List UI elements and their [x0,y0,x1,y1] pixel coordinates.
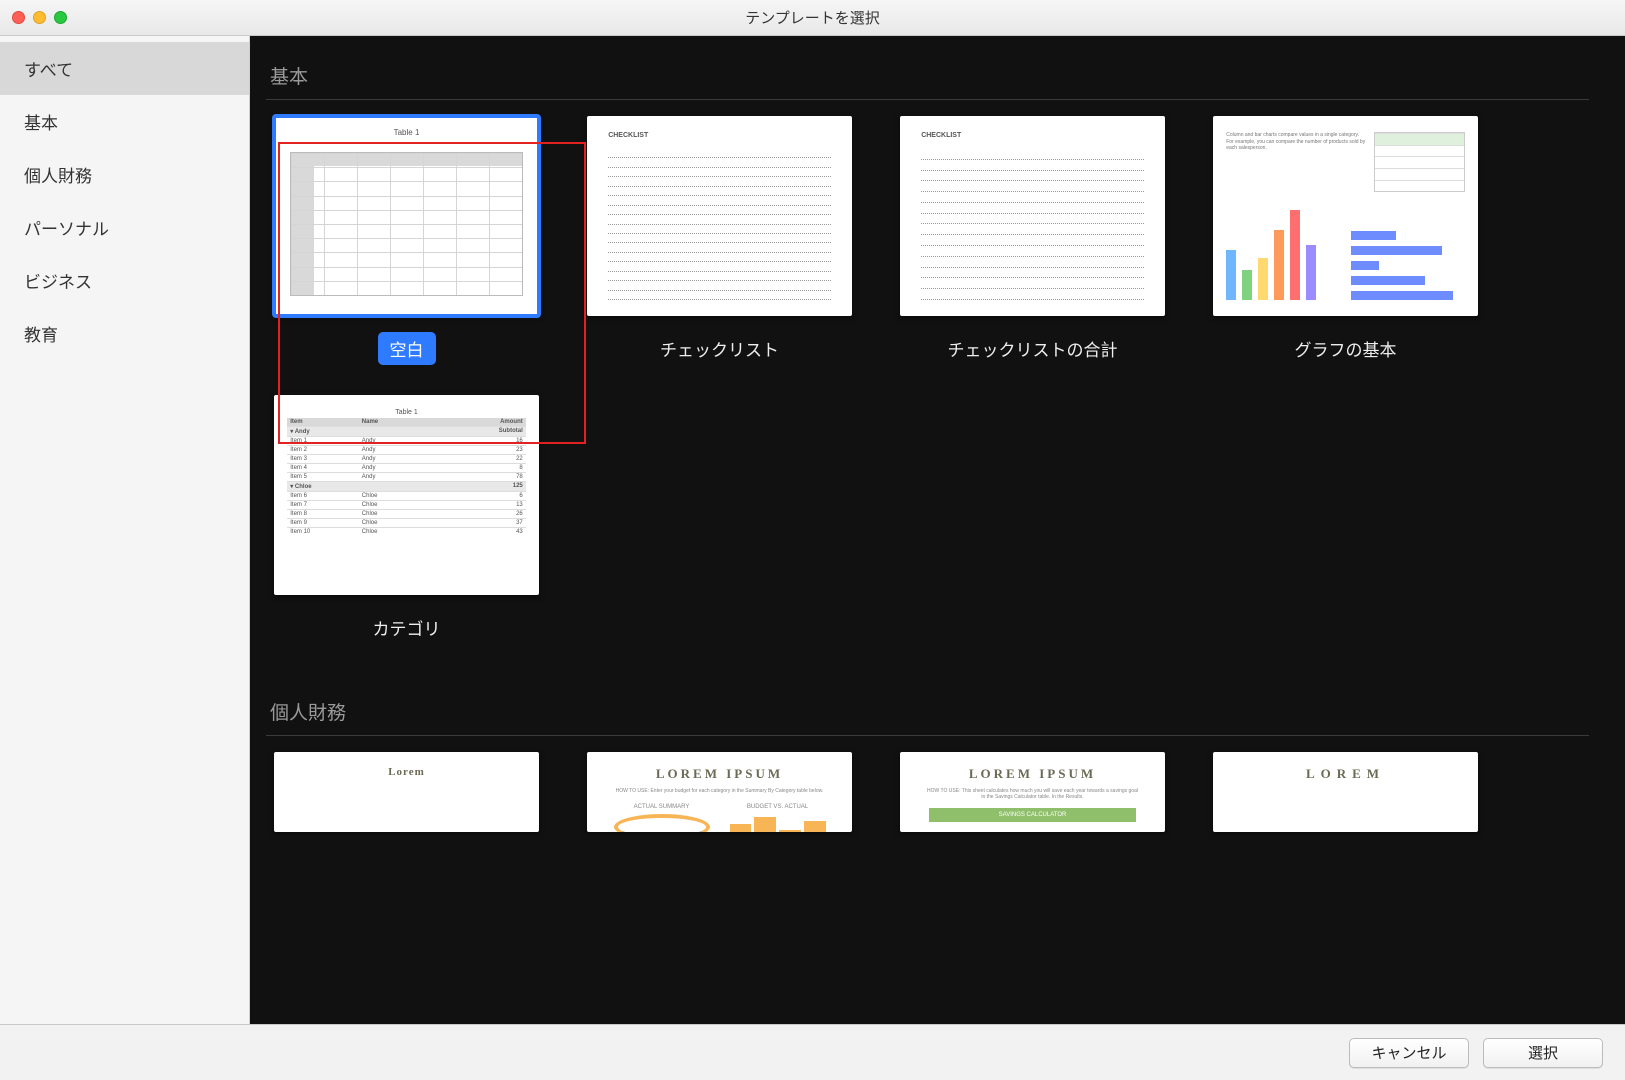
button-label: キャンセル [1371,1045,1446,1062]
sidebar: すべて 基本 個人財務 パーソナル ビジネス 教育 [0,36,250,1024]
window-controls [12,11,67,24]
blank-table-icon [290,152,523,296]
template-finance-3[interactable]: LOREM IPSUM HOW TO USE: This sheet calcu… [900,752,1165,832]
choose-button[interactable]: 選択 [1483,1038,1603,1068]
thumb-title: LOREM IPSUM [969,766,1096,782]
sidebar-item-all[interactable]: すべて [0,42,249,95]
template-label: チェックリストの合計 [936,332,1130,365]
zoom-icon[interactable] [54,11,67,24]
template-thumb: LOREM IPSUM HOW TO USE: This sheet calcu… [900,752,1165,832]
close-icon[interactable] [12,11,25,24]
categories-table-icon: Table 1 ItemNameAmount ▾ AndySubtotal It… [287,407,526,583]
thumb-title: Lorem [388,766,425,778]
template-thumb: LOREM [1213,752,1478,832]
template-finance-4[interactable]: LOREM [1213,752,1478,832]
charts-preview-icon: Column and bar charts compare values in … [1226,132,1465,300]
template-thumb: CHECKLIST [900,116,1165,316]
template-thumb: CHECKLIST [587,116,852,316]
sidebar-item-personal[interactable]: パーソナル [0,201,249,254]
minimize-icon[interactable] [33,11,46,24]
template-gallery[interactable]: 基本 Table 1 空白 CHECKLIST [250,36,1625,1024]
template-label: カテゴリ [361,611,453,644]
checklist-lines-icon [921,152,1144,300]
thumb-title: Table 1 [274,128,539,137]
sidebar-item-label: 基本 [24,114,58,133]
template-checklist-totals[interactable]: CHECKLIST チェックリストの合計 [900,116,1165,365]
template-blank[interactable]: Table 1 空白 [274,116,539,365]
sidebar-item-business[interactable]: ビジネス [0,254,249,307]
template-thumb: Table 1 ItemNameAmount ▾ AndySubtotal It… [274,395,539,595]
template-finance-1[interactable]: Lorem [274,752,539,832]
window-titlebar: テンプレートを選択 [0,0,1625,36]
template-label: チェックリスト [648,332,791,365]
thumb-title: LOREM IPSUM [656,766,783,782]
sidebar-item-label: パーソナル [24,220,109,239]
template-checklist[interactable]: CHECKLIST チェックリスト [587,116,852,365]
sidebar-item-finance[interactable]: 個人財務 [0,148,249,201]
thumb-title: Table 1 [287,407,526,418]
template-label: グラフの基本 [1283,332,1409,365]
bar-chart-icon [1351,231,1465,300]
template-thumb: Lorem [274,752,539,832]
sidebar-item-label: 個人財務 [24,167,92,186]
column-chart-icon [1226,200,1340,300]
template-thumb: Column and bar charts compare values in … [1213,116,1478,316]
window-title: テンプレートを選択 [0,7,1625,28]
sidebar-item-education[interactable]: 教育 [0,307,249,360]
cancel-button[interactable]: キャンセル [1349,1038,1469,1068]
template-thumb: Table 1 [274,116,539,316]
thumb-title: CHECKLIST [921,132,961,139]
section-header-basic: 基本 [266,54,1589,100]
template-finance-2[interactable]: LOREM IPSUM HOW TO USE: Enter your budge… [587,752,852,832]
checklist-lines-icon [608,152,831,300]
button-label: 選択 [1528,1045,1558,1062]
sidebar-item-label: すべて [24,61,73,80]
template-label: 空白 [378,332,436,365]
section-header-finance: 個人財務 [266,690,1589,736]
template-thumb: LOREM IPSUM HOW TO USE: Enter your budge… [587,752,852,832]
sidebar-item-label: ビジネス [24,273,92,292]
dialog-footer: キャンセル 選択 [0,1024,1625,1080]
template-grid-basic: Table 1 空白 CHECKLIST チェックリスト [266,116,1589,644]
template-charting-basics[interactable]: Column and bar charts compare values in … [1213,116,1478,365]
template-categories[interactable]: Table 1 ItemNameAmount ▾ AndySubtotal It… [274,395,539,644]
sidebar-item-label: 教育 [24,326,58,345]
sidebar-item-basic[interactable]: 基本 [0,95,249,148]
thumb-title: CHECKLIST [608,132,648,139]
main-split: すべて 基本 個人財務 パーソナル ビジネス 教育 基本 Table 1 空白 [0,36,1625,1024]
template-grid-finance: Lorem LOREM IPSUM HOW TO USE: Enter your… [266,752,1589,832]
thumb-title: LOREM [1306,766,1385,782]
